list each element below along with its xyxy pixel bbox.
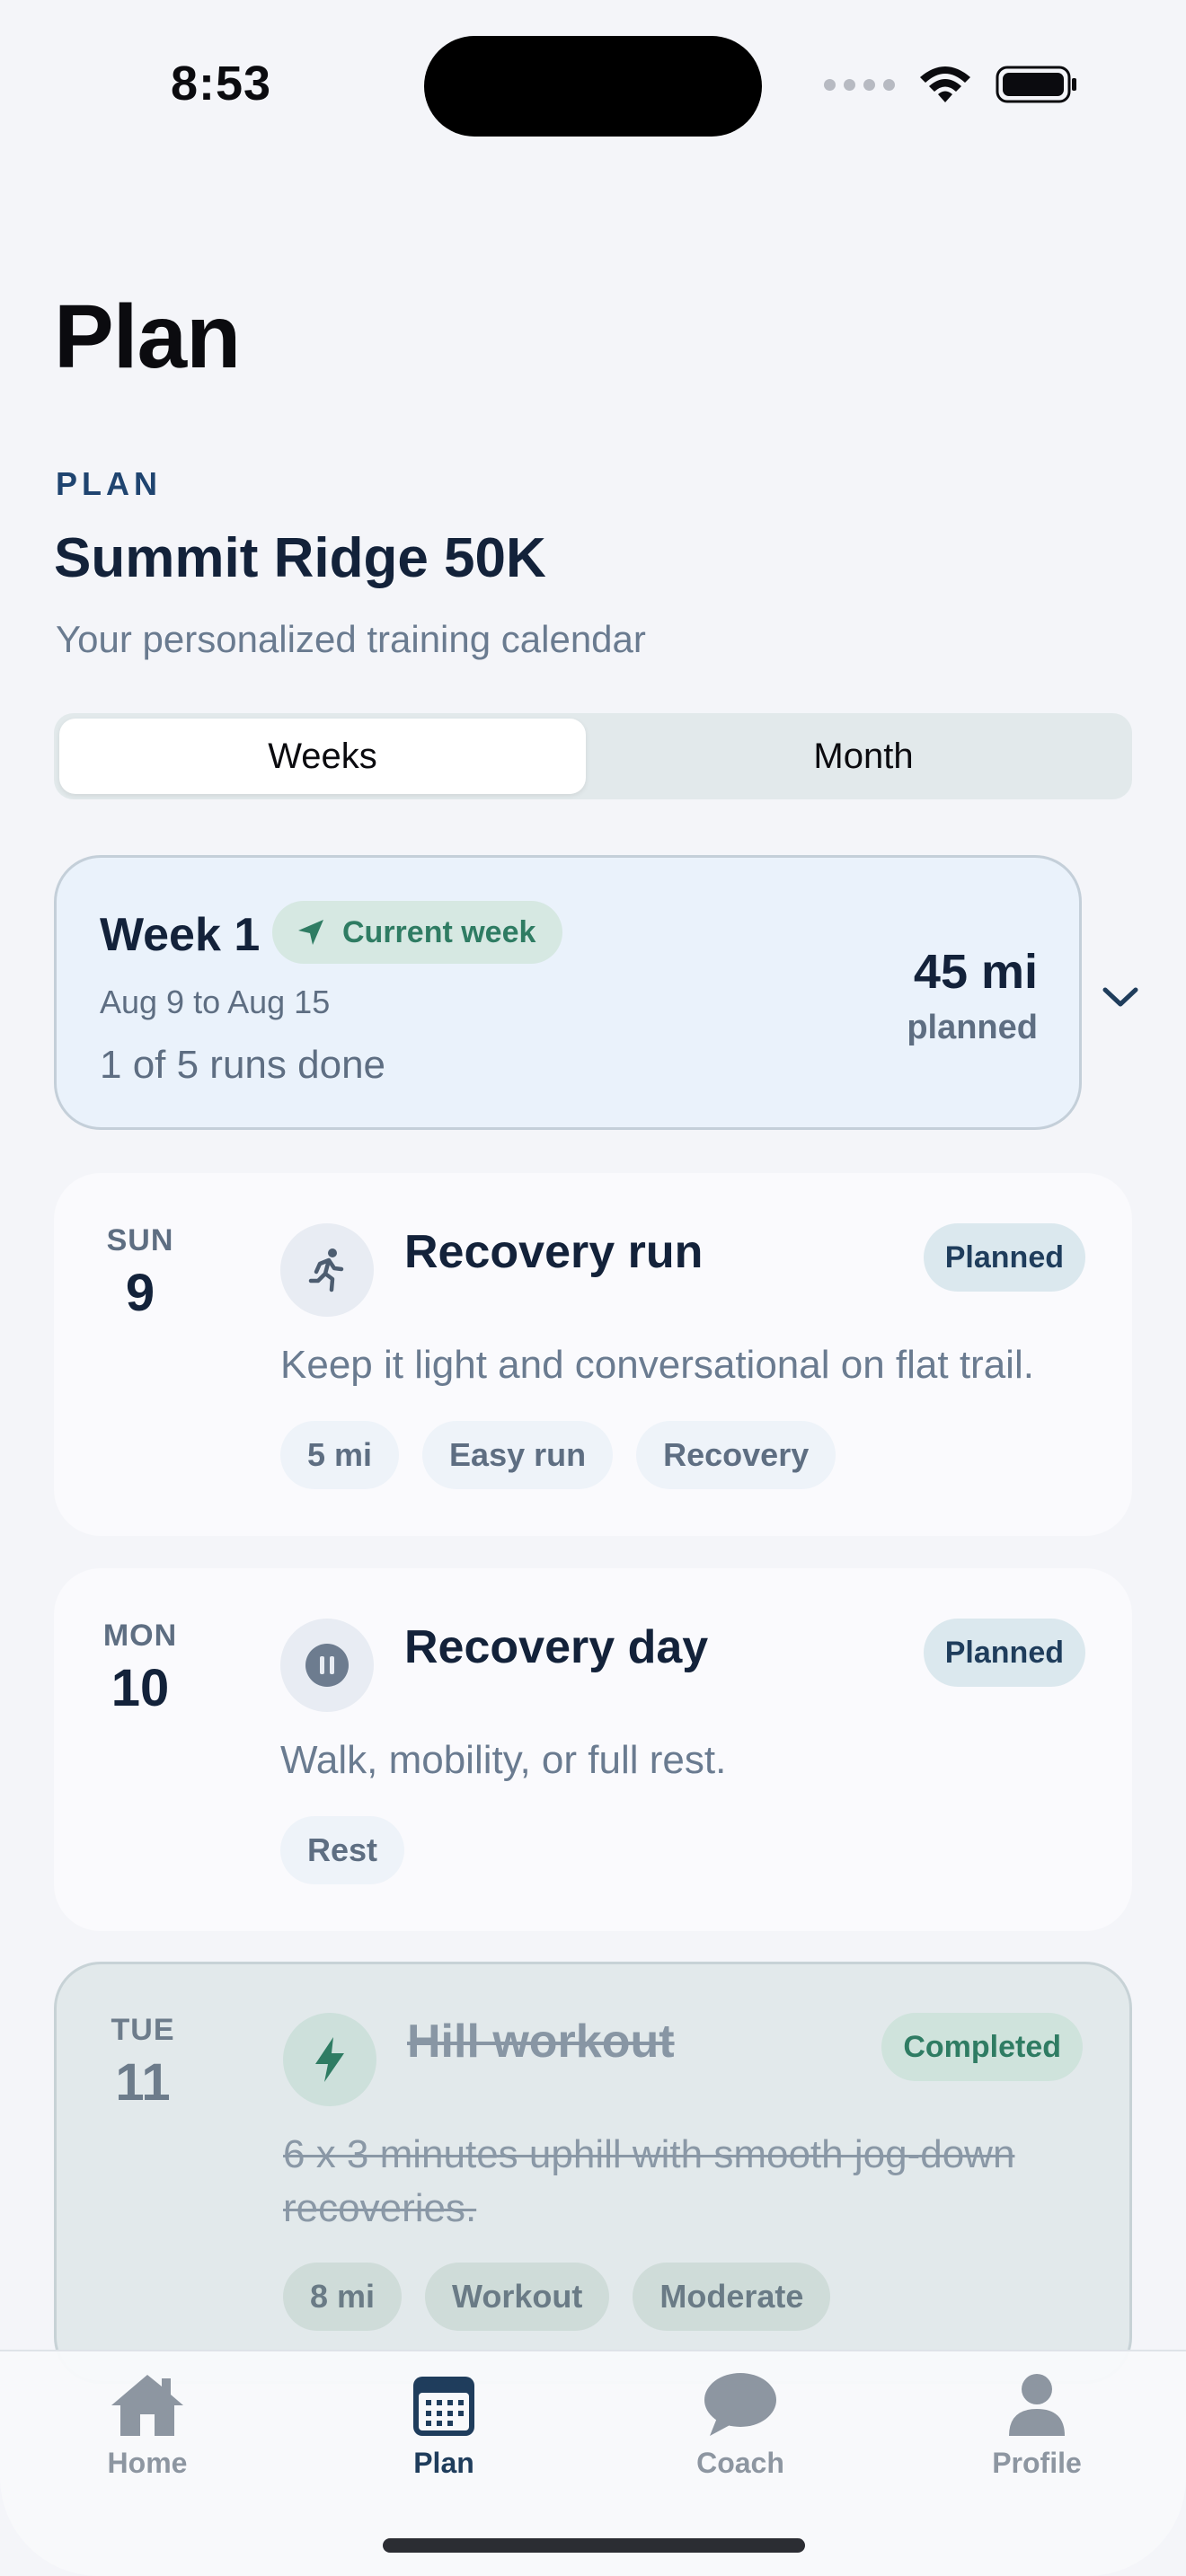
plan-subtitle: Your personalized training calendar: [56, 618, 646, 660]
tag-list: 8 mi Workout Moderate: [283, 2263, 831, 2331]
segment-weeks[interactable]: Weeks: [59, 719, 586, 794]
plan-name: Summit Ridge 50K: [54, 527, 546, 589]
bolt-icon: [283, 2013, 376, 2106]
chevron-down-icon[interactable]: [1100, 979, 1141, 1015]
day-number: 9: [125, 1264, 155, 1322]
chat-icon: [704, 2373, 776, 2436]
day-card[interactable]: MON 10 Recovery day Planned Walk, mobili…: [54, 1568, 1132, 1931]
tab-label: Coach: [696, 2447, 784, 2479]
day-card[interactable]: TUE 11 Hill workout Completed 6 x 3 minu…: [54, 1962, 1132, 2384]
week-summary-card[interactable]: Week 1 Current week Aug 9 to Aug 15 1 of…: [54, 855, 1082, 1130]
cellular-icon: [824, 78, 895, 91]
current-week-label: Current week: [342, 914, 536, 949]
week-dates: Aug 9 to Aug 15: [100, 984, 331, 1020]
location-arrow-icon: [298, 920, 323, 945]
day-of-week: MON: [102, 1619, 178, 1653]
workout-title: Recovery day: [404, 1621, 709, 1673]
week-distance-label: planned: [907, 1009, 1038, 1046]
battery-icon: [996, 66, 1076, 103]
tab-home[interactable]: Home: [58, 2371, 237, 2480]
status-badge: Planned: [923, 1619, 1085, 1687]
tag-type: Workout: [425, 2263, 610, 2331]
tag-distance: 5 mi: [280, 1421, 400, 1489]
tab-plan[interactable]: Plan: [354, 2371, 534, 2480]
pause-icon: [280, 1619, 374, 1712]
tab-coach[interactable]: Coach: [651, 2371, 830, 2480]
segment-month[interactable]: Month: [600, 719, 1127, 794]
tag-type: Easy run: [422, 1421, 614, 1489]
workout-title: Hill workout: [407, 2016, 675, 2068]
person-icon: [1009, 2374, 1065, 2436]
day-of-week: TUE: [111, 2013, 175, 2047]
tag-effort: Recovery: [636, 1421, 836, 1489]
day-of-week: SUN: [106, 1223, 174, 1257]
status-badge: Planned: [923, 1223, 1085, 1292]
workout-title: Recovery run: [404, 1226, 704, 1278]
workout-description: Walk, mobility, or full rest.: [280, 1738, 727, 1782]
tag-distance: 8 mi: [283, 2263, 403, 2331]
runner-icon: [280, 1223, 374, 1317]
section-eyebrow: PLAN: [56, 465, 162, 502]
screen: 8:53 Plan PLAN Summit Ridge 50K Your per…: [0, 0, 1186, 2576]
tag-effort: Moderate: [633, 2263, 831, 2331]
tab-label: Home: [107, 2447, 188, 2479]
tag-type: Rest: [280, 1816, 405, 1884]
tag-list: Rest: [280, 1816, 405, 1884]
tab-label: Plan: [413, 2447, 474, 2479]
current-week-badge: Current week: [272, 901, 563, 964]
dynamic-island: [424, 36, 762, 137]
wifi-icon: [920, 66, 970, 102]
status-icons: [824, 65, 1078, 104]
week-distance: 45 mi: [913, 945, 1038, 999]
home-icon: [111, 2375, 183, 2436]
day-number: 11: [115, 2053, 171, 2112]
view-segmented-control: Weeks Month: [54, 713, 1132, 799]
week-title: Week 1: [100, 909, 261, 961]
day-number: 10: [111, 1659, 170, 1717]
calendar-icon: [413, 2377, 474, 2436]
workout-description: Keep it light and conversational on flat…: [280, 1343, 1034, 1387]
day-card[interactable]: SUN 9 Recovery run Planned Keep it light…: [54, 1173, 1132, 1536]
home-indicator[interactable]: [383, 2538, 805, 2553]
tab-profile[interactable]: Profile: [947, 2371, 1127, 2480]
tag-list: 5 mi Easy run Recovery: [280, 1421, 836, 1489]
status-badge: Completed: [881, 2013, 1083, 2081]
workout-description: 6 x 3 minutes uphill with smooth jog-dow…: [283, 2132, 1015, 2230]
week-progress: 1 of 5 runs done: [100, 1043, 386, 1087]
tab-label: Profile: [992, 2447, 1082, 2479]
page-title: Plan: [54, 287, 241, 387]
status-time: 8:53: [171, 57, 272, 110]
